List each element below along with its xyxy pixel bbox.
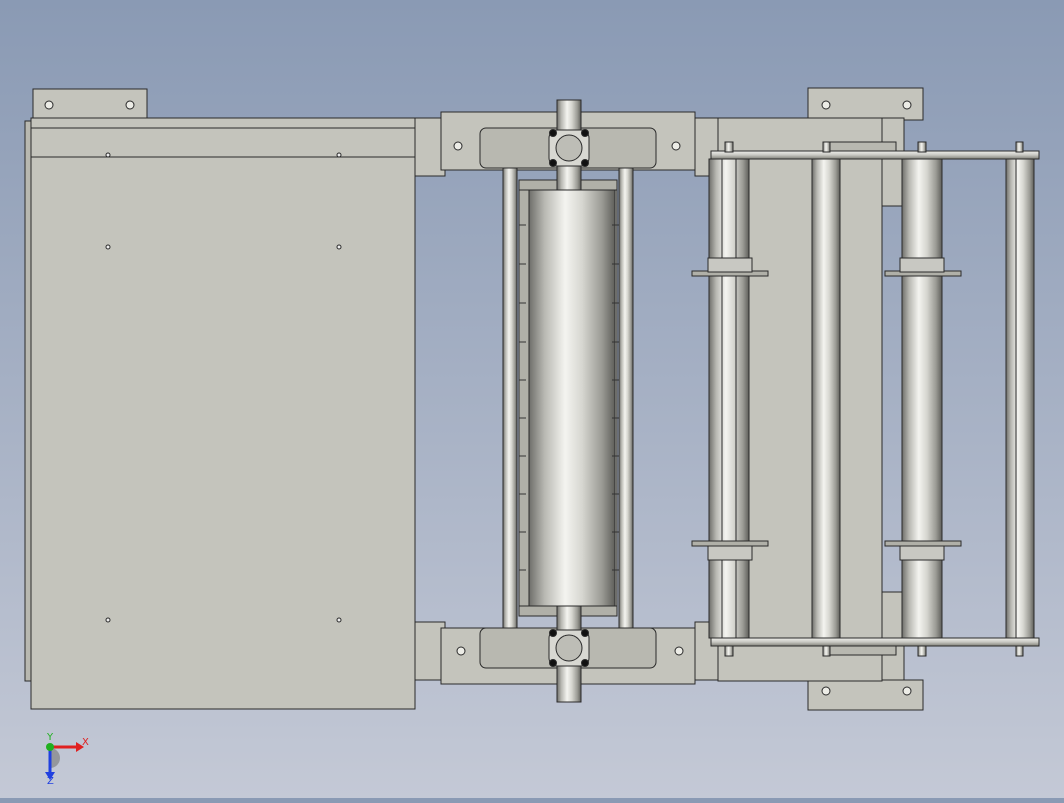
main-drum-roller[interactable] <box>502 165 634 631</box>
left-housing-panel <box>30 117 416 710</box>
bottom-cross-bar <box>710 637 1040 647</box>
x-axis-label: X <box>82 737 89 748</box>
y-axis-label: Y <box>46 732 54 743</box>
bottom-bearing-block[interactable] <box>440 627 696 703</box>
left-enclosure[interactable] <box>24 88 416 710</box>
guide-roller-2[interactable] <box>811 141 841 657</box>
assembly-model[interactable] <box>0 0 1064 798</box>
guide-roller-4[interactable] <box>1005 141 1035 657</box>
z-axis-label: Z <box>47 776 54 785</box>
axis-triad-icon: X Y Z <box>45 732 89 787</box>
top-bearing-block[interactable] <box>440 99 696 171</box>
coordinate-triad: X Y Z <box>36 730 96 787</box>
guide-roller-3[interactable] <box>884 141 962 657</box>
top-cross-bar <box>710 150 1040 160</box>
cad-graphics-viewport[interactable] <box>0 0 1064 798</box>
